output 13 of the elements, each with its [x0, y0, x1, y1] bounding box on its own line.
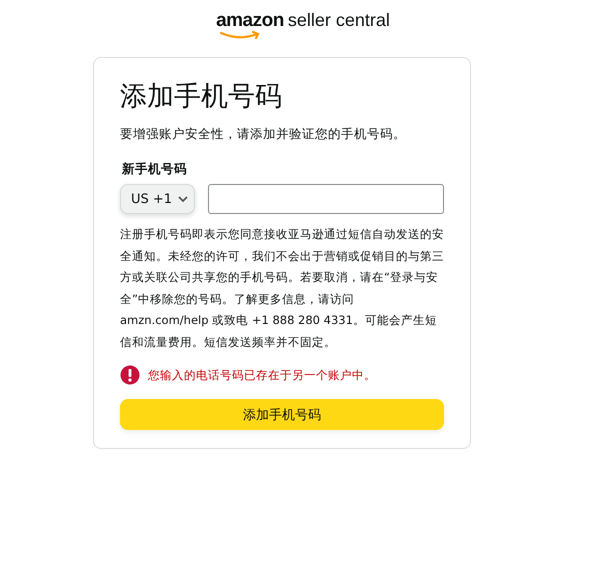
error-message: 您输入的电话号码已存在于另一个账户中。: [148, 368, 376, 382]
country-code-dropdown[interactable]: US +1: [120, 184, 196, 214]
smile-arrow-icon: [220, 31, 262, 40]
chevron-down-icon: [178, 196, 188, 202]
page-title: 添加手机号码: [120, 80, 283, 114]
phone-input-field[interactable]: [208, 184, 444, 214]
logo-product: seller central: [288, 10, 390, 31]
logo-brand: amazon: [216, 10, 284, 32]
notice-text: 注册手机号码即表示您同意接收亚马逊通过短信自动发送的安全通知。未经您的许可，我们不会出于营销或促销目的与第三方或关联公司共享您的手机号码。若要取消，请在“登录与安全”中移除您的号码。了解更多信息，请访问 amzn.com/help 或致电 +1 888 280 4331。可能会产生短信和流量费用。短信发送频率并不固定。: [120, 226, 444, 350]
alert-icon: [120, 365, 140, 385]
subtitle: 要增强账户安全性，请添加并验证您的手机号码。: [120, 126, 407, 143]
field-label: 新手机号码: [122, 161, 188, 178]
submit-button[interactable]: 添加手机号码: [120, 399, 444, 430]
